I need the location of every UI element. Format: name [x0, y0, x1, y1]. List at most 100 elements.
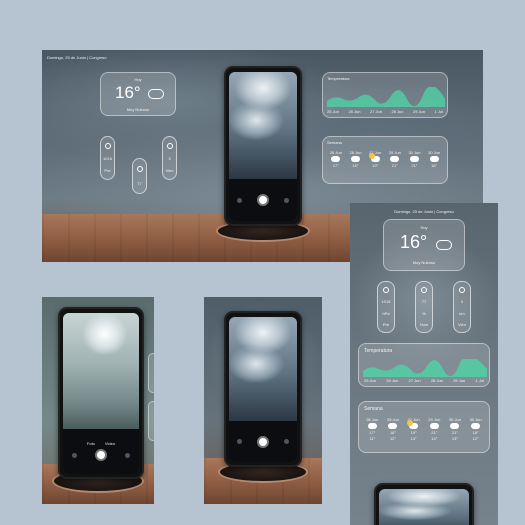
- temperature-day: 27 Jun: [370, 109, 383, 114]
- side-widget: [148, 401, 154, 441]
- temperature-day: 28 Jun: [391, 109, 404, 114]
- temperature-day: 25 Jun: [364, 378, 377, 383]
- pressure-pill[interactable]: 1016 Pre: [100, 136, 115, 180]
- temperature-card[interactable]: Temperatura 25 Jun 26 Jun 27 Jun 28 Jun …: [358, 343, 490, 387]
- temperature-sparkline: [363, 359, 487, 377]
- week-card[interactable]: Semana 26 Jun 17° 28 Jun 16° 27 Jun 19° 29 …: [322, 136, 448, 184]
- cloud-icon: [436, 240, 452, 250]
- camera-preview: [63, 313, 139, 429]
- camera-preview: [229, 72, 297, 180]
- today-widget[interactable]: Hoy 16° Muy Nuboso: [100, 72, 176, 116]
- gallery-icon[interactable]: [236, 439, 242, 445]
- cloud-icon: [350, 156, 360, 162]
- week-day: 29 Jun 21°: [388, 150, 401, 168]
- week-card-title: Semana: [327, 140, 342, 145]
- humidity-pill[interactable]: 77: [132, 158, 147, 194]
- week-day: 29 Jun 21° 14°: [428, 417, 441, 441]
- wind-pill[interactable]: 3 km Vien: [453, 281, 471, 333]
- temperature-sparkline: [327, 87, 445, 107]
- mode-video[interactable]: Video: [105, 441, 115, 446]
- temperature-day: 29 Jun: [413, 109, 426, 114]
- switch-camera-icon[interactable]: [284, 439, 290, 445]
- temperature-day: 27 Jun: [408, 378, 421, 383]
- week-day: 27 Jun 19° 14°: [407, 417, 420, 441]
- wind-unit: km: [459, 310, 465, 316]
- cloud-icon: [450, 423, 460, 429]
- temperature: 16°: [115, 83, 141, 102]
- week-day: 30 Jun 21° 13°: [448, 417, 461, 441]
- week-card-title: Semana: [364, 406, 383, 412]
- pressure-icon: [383, 287, 389, 294]
- side-widget: [148, 353, 154, 393]
- week-card[interactable]: Semana 26 Jun 17° 11° 28 Jun 16° 12° 27 Jun 1…: [358, 401, 490, 453]
- pressure-unit: hPa: [382, 310, 390, 316]
- today-label: Hoy: [420, 225, 428, 230]
- wind-icon: [459, 287, 465, 294]
- cloud-icon: [148, 89, 164, 99]
- wind-value: 3: [168, 155, 171, 161]
- temperature-day: 26 Jun: [348, 109, 361, 114]
- week-day: 26 Jun 17° 11°: [366, 417, 379, 441]
- mode-photo[interactable]: Foto: [87, 441, 95, 446]
- humidity-value: 77: [137, 181, 142, 187]
- temperature-day: 26 Jun: [386, 378, 399, 383]
- week-day: 30 Jun 18° 12°: [469, 417, 482, 441]
- shutter-button[interactable]: [256, 435, 269, 448]
- phone: [374, 483, 474, 525]
- humidity-pill[interactable]: 77 % Hum: [415, 281, 433, 333]
- temperature-day: 28 Jun: [430, 378, 443, 383]
- switch-camera-icon[interactable]: [125, 452, 130, 458]
- temperature-card-title: Temperatura: [364, 348, 393, 354]
- condition: Muy Nuboso: [412, 260, 436, 265]
- standard-preview: [204, 297, 322, 504]
- pressure-pill[interactable]: 1016 hPa Pre: [377, 281, 395, 333]
- wind-label: Vien: [458, 321, 466, 327]
- today-widget[interactable]: Hoy 16° Muy Nuboso: [383, 219, 465, 271]
- sun-cloud-icon: [368, 153, 380, 162]
- temperature-day: 1 Jul: [475, 378, 484, 383]
- temperature-days: 25 Jun 26 Jun 27 Jun 28 Jun 29 Jun 1 Jul: [327, 109, 443, 114]
- wind-value: 3: [460, 299, 464, 305]
- humidity-value: 77: [421, 299, 427, 305]
- sun-cloud-icon: [407, 420, 419, 429]
- cloud-icon: [409, 156, 419, 162]
- cloud-icon: [429, 156, 439, 162]
- gallery-icon[interactable]: [236, 197, 242, 203]
- switch-camera-icon[interactable]: [284, 197, 290, 203]
- temperature-day: 1 Jul: [434, 109, 443, 114]
- week-day: 28 Jun 16°: [349, 150, 362, 168]
- cloud-icon: [367, 423, 377, 429]
- week-day: 30 Jun 21°: [408, 150, 421, 168]
- week-day: 30 Jun 18°: [428, 150, 441, 168]
- wind-label: Vien: [165, 168, 174, 174]
- portrait-preview: Domingo, 25 de Junio | Congreso Hoy 16° …: [350, 203, 498, 525]
- week-day: 27 Jun 19°: [368, 150, 382, 168]
- phone: [224, 311, 302, 467]
- temperature-days: 25 Jun 26 Jun 27 Jun 28 Jun 29 Jun 1 Jul: [364, 378, 484, 383]
- gallery-icon[interactable]: [72, 452, 77, 458]
- pressure-icon: [104, 142, 111, 149]
- today-label: Hoy: [134, 77, 142, 82]
- cloud-icon: [331, 156, 341, 162]
- shutter-button[interactable]: [256, 194, 269, 207]
- humidity-icon: [421, 287, 427, 294]
- phone: [224, 66, 302, 226]
- condition: Muy Nuboso: [126, 107, 150, 112]
- camera-preview: [229, 317, 297, 422]
- shutter-button[interactable]: [95, 449, 107, 462]
- humidity-icon: [136, 165, 143, 172]
- pressure-label: Pre: [382, 321, 390, 327]
- wind-pill[interactable]: 3 Vien: [162, 136, 177, 180]
- temperature-day: 25 Jun: [327, 109, 340, 114]
- foggy-preview: Foto Video: [42, 297, 154, 504]
- cloud-icon: [388, 423, 398, 429]
- temperature-card[interactable]: Temperatura 25 Jun 26 Jun 27 Jun 28 Jun …: [322, 72, 448, 118]
- wind-icon: [166, 142, 173, 149]
- pressure-value: 1016: [103, 155, 112, 161]
- temperature-card-title: Temperatura: [327, 76, 350, 81]
- pressure-label: Pre: [104, 168, 111, 174]
- cloud-icon: [429, 423, 439, 429]
- temperature: 16°: [400, 232, 428, 252]
- week-day: 26 Jun 17°: [329, 150, 342, 168]
- status-line: Domingo, 25 de Junio | Congreso: [47, 55, 107, 60]
